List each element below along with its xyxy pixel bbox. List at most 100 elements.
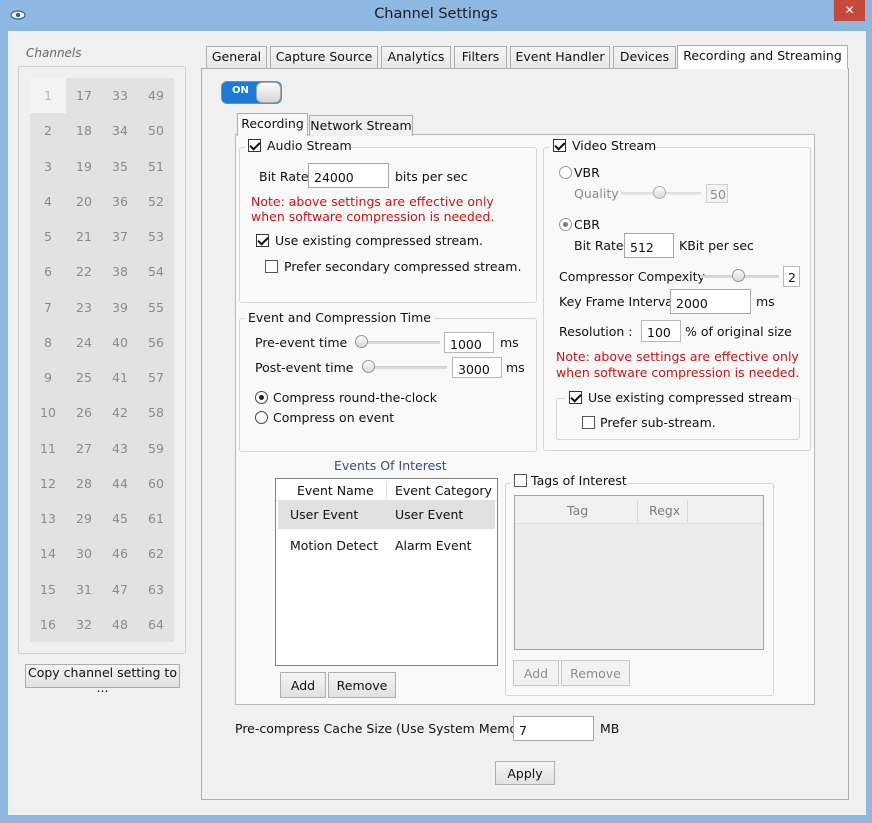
pre-event-input[interactable] (444, 332, 494, 353)
event-row[interactable]: User Event User Event (278, 500, 495, 529)
tags-col-tag[interactable]: Tag (567, 503, 588, 518)
channel-cell[interactable]: 47 (102, 572, 138, 607)
channel-cell[interactable]: 29 (66, 501, 102, 536)
channel-cell[interactable]: 1 (30, 78, 66, 114)
channel-cell[interactable]: 49 (138, 78, 174, 113)
channel-cell[interactable]: 5 (30, 219, 66, 254)
channel-cell[interactable]: 41 (102, 360, 138, 395)
vbr-radio[interactable] (559, 166, 572, 179)
channel-cell[interactable]: 19 (66, 149, 102, 184)
audio-bitrate-input[interactable] (308, 163, 389, 188)
compress-on-event-radio[interactable] (255, 411, 268, 424)
tags-add-button[interactable]: Add (513, 660, 559, 686)
cbr-radio[interactable] (559, 218, 572, 231)
tab-filters[interactable]: Filters (454, 46, 507, 68)
channel-cell[interactable]: 58 (138, 395, 174, 430)
video-use-existing-checkbox[interactable] (569, 391, 582, 404)
channel-cell[interactable]: 43 (102, 431, 138, 466)
channel-cell[interactable]: 32 (66, 607, 102, 642)
audio-prefer-secondary-checkbox[interactable] (265, 260, 278, 273)
apply-button[interactable]: Apply (495, 761, 555, 785)
channel-cell[interactable]: 30 (66, 536, 102, 571)
channel-cell[interactable]: 3 (30, 149, 66, 184)
channel-cell[interactable]: 34 (102, 113, 138, 148)
channel-cell[interactable]: 13 (30, 501, 66, 536)
channel-cell[interactable]: 48 (102, 607, 138, 642)
channel-cell[interactable]: 33 (102, 78, 138, 113)
channel-cell[interactable]: 26 (66, 395, 102, 430)
tab-recording-and-streaming[interactable]: Recording and Streaming (677, 45, 848, 69)
resolution-input[interactable] (641, 320, 681, 342)
channel-cell[interactable]: 40 (102, 325, 138, 360)
video-stream-checkbox[interactable] (553, 139, 566, 152)
channel-cell[interactable]: 22 (66, 254, 102, 289)
channel-cell[interactable]: 54 (138, 254, 174, 289)
tags-of-interest-checkbox[interactable] (514, 474, 527, 487)
channel-cell[interactable]: 11 (30, 431, 66, 466)
events-remove-button[interactable]: Remove (328, 672, 396, 698)
events-add-button[interactable]: Add (280, 672, 326, 698)
copy-channel-setting-button[interactable]: Copy channel setting to ... (25, 664, 180, 695)
channel-cell[interactable]: 37 (102, 219, 138, 254)
channel-cell[interactable]: 46 (102, 536, 138, 571)
quality-input[interactable] (706, 184, 728, 203)
tab-capture-source[interactable]: Capture Source (270, 46, 378, 68)
tab-general[interactable]: General (206, 46, 267, 68)
channel-cell[interactable]: 59 (138, 431, 174, 466)
channel-cell[interactable]: 31 (66, 572, 102, 607)
tab-recording[interactable]: Recording (237, 113, 308, 136)
pre-event-slider-knob[interactable] (355, 335, 368, 348)
channel-cell[interactable]: 61 (138, 501, 174, 536)
channel-cell[interactable]: 50 (138, 113, 174, 148)
channel-cell[interactable]: 28 (66, 466, 102, 501)
channel-cell[interactable]: 17 (66, 78, 102, 113)
cache-size-input[interactable] (513, 716, 594, 741)
tab-event-handler[interactable]: Event Handler (510, 46, 610, 68)
complexity-input[interactable] (783, 266, 800, 287)
channel-cell[interactable]: 63 (138, 572, 174, 607)
channel-cell[interactable]: 51 (138, 149, 174, 184)
keyframe-input[interactable] (670, 289, 751, 314)
channel-cell[interactable]: 36 (102, 184, 138, 219)
channel-cell[interactable]: 27 (66, 431, 102, 466)
post-event-input[interactable] (452, 357, 502, 378)
tags-remove-button[interactable]: Remove (561, 660, 630, 686)
tags-list[interactable]: Tag Regx (514, 495, 764, 650)
toggle-knob[interactable] (256, 82, 281, 103)
channel-cell[interactable]: 2 (30, 113, 66, 148)
compress-round-radio[interactable] (255, 391, 268, 404)
channel-cell[interactable]: 56 (138, 325, 174, 360)
channel-cell[interactable]: 57 (138, 360, 174, 395)
channel-cell[interactable]: 25 (66, 360, 102, 395)
tab-network-stream[interactable]: Network Stream (309, 115, 413, 136)
channel-cell[interactable]: 15 (30, 572, 66, 607)
channel-cell[interactable]: 38 (102, 254, 138, 289)
tab-devices[interactable]: Devices (613, 46, 676, 68)
events-col-category[interactable]: Event Category (395, 483, 492, 498)
channel-cell[interactable]: 21 (66, 219, 102, 254)
channel-cell[interactable]: 24 (66, 325, 102, 360)
channel-cell[interactable]: 20 (66, 184, 102, 219)
complexity-slider-knob[interactable] (732, 269, 745, 282)
audio-stream-checkbox[interactable] (248, 139, 261, 152)
channel-cell[interactable]: 44 (102, 466, 138, 501)
event-row[interactable]: Motion Detect Alarm Event (278, 531, 495, 560)
channel-cell[interactable]: 62 (138, 536, 174, 571)
tags-col-regx[interactable]: Regx (649, 503, 680, 518)
channel-cell[interactable]: 52 (138, 184, 174, 219)
channel-cell[interactable]: 7 (30, 290, 66, 325)
tab-analytics[interactable]: Analytics (381, 46, 451, 68)
channel-cell[interactable]: 6 (30, 254, 66, 289)
close-button[interactable]: ✕ (834, 0, 865, 21)
channel-cell[interactable]: 8 (30, 325, 66, 360)
channel-cell[interactable]: 12 (30, 466, 66, 501)
channel-cell[interactable]: 10 (30, 395, 66, 430)
channel-cell[interactable]: 16 (30, 607, 66, 642)
channel-cell[interactable]: 35 (102, 149, 138, 184)
channel-cell[interactable]: 39 (102, 290, 138, 325)
video-bitrate-input[interactable] (624, 233, 674, 258)
quality-slider-knob[interactable] (653, 186, 666, 199)
channel-cell[interactable]: 53 (138, 219, 174, 254)
channel-cell[interactable]: 18 (66, 113, 102, 148)
channel-cell[interactable]: 14 (30, 536, 66, 571)
